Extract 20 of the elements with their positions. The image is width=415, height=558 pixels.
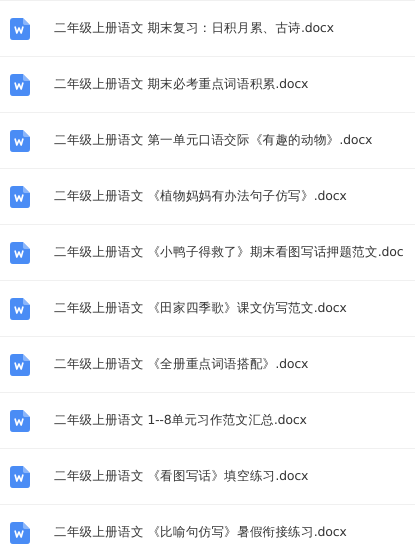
- file-name[interactable]: 二年级上册语文 《田家四季歌》课文仿写范文.docx: [54, 300, 347, 317]
- word-document-icon: [10, 522, 30, 544]
- word-document-icon: [10, 410, 30, 432]
- word-document-icon: [10, 18, 30, 40]
- word-document-icon: [10, 74, 30, 96]
- file-name[interactable]: 二年级上册语文 《比喻句仿写》暑假衔接练习.docx: [54, 524, 347, 541]
- file-name[interactable]: 二年级上册语文 《看图写话》填空练习.docx: [54, 468, 308, 485]
- file-name[interactable]: 二年级上册语文 1--8单元习作范文汇总.docx: [54, 412, 307, 429]
- file-name[interactable]: 二年级上册语文 《小鸭子得救了》期末看图写话押题范文.doc: [54, 244, 404, 261]
- file-name[interactable]: 二年级上册语文 第一单元口语交际《有趣的动物》.docx: [54, 132, 372, 149]
- file-name[interactable]: 二年级上册语文 期末复习：日积月累、古诗.docx: [54, 20, 334, 37]
- file-name[interactable]: 二年级上册语文 《植物妈妈有办法句子仿写》.docx: [54, 188, 347, 205]
- word-document-icon: [10, 242, 30, 264]
- word-document-icon: [10, 354, 30, 376]
- word-document-icon: [10, 130, 30, 152]
- word-document-icon: [10, 298, 30, 320]
- file-name[interactable]: 二年级上册语文 《全册重点词语搭配》.docx: [54, 356, 308, 373]
- file-name[interactable]: 二年级上册语文 期末必考重点词语积累.docx: [54, 76, 308, 93]
- word-document-icon: [10, 466, 30, 488]
- word-document-icon: [10, 186, 30, 208]
